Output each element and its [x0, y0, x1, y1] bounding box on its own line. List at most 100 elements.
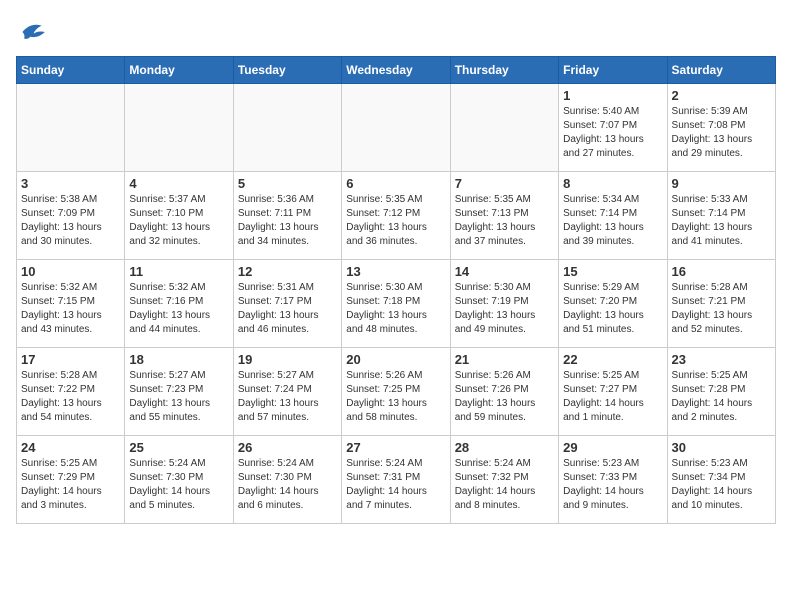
day-number: 15	[563, 264, 662, 279]
day-number: 12	[238, 264, 337, 279]
day-number: 19	[238, 352, 337, 367]
day-info: Sunrise: 5:32 AM Sunset: 7:15 PM Dayligh…	[21, 281, 120, 337]
day-info: Sunrise: 5:40 AM Sunset: 7:07 PM Dayligh…	[563, 105, 662, 161]
calendar-cell: 1 Sunrise: 5:40 AM Sunset: 7:07 PM Daylig…	[559, 84, 667, 172]
calendar-cell: 10 Sunrise: 5:32 AM Sunset: 7:15 PM Dayli…	[17, 260, 125, 348]
day-number: 8	[563, 176, 662, 191]
calendar-cell: 6 Sunrise: 5:35 AM Sunset: 7:12 PM Daylig…	[342, 172, 450, 260]
day-number: 7	[455, 176, 554, 191]
calendar-cell: 19 Sunrise: 5:27 AM Sunset: 7:24 PM Dayli…	[233, 348, 341, 436]
day-info: Sunrise: 5:27 AM Sunset: 7:23 PM Dayligh…	[129, 369, 228, 425]
day-info: Sunrise: 5:23 AM Sunset: 7:34 PM Dayligh…	[672, 457, 771, 513]
calendar-cell: 21 Sunrise: 5:26 AM Sunset: 7:26 PM Dayli…	[450, 348, 558, 436]
day-info: Sunrise: 5:33 AM Sunset: 7:14 PM Dayligh…	[672, 193, 771, 249]
day-number: 29	[563, 440, 662, 455]
calendar-cell: 28Sunrise: 5:24 AM Sunset: 7:32 PM Dayli…	[450, 436, 558, 524]
day-info: Sunrise: 5:26 AM Sunset: 7:25 PM Dayligh…	[346, 369, 445, 425]
day-number: 18	[129, 352, 228, 367]
calendar-cell: 17 Sunrise: 5:28 AM Sunset: 7:22 PM Dayli…	[17, 348, 125, 436]
day-info: Sunrise: 5:34 AM Sunset: 7:14 PM Dayligh…	[563, 193, 662, 249]
calendar-cell: 29 Sunrise: 5:23 AM Sunset: 7:33 PM Dayli…	[559, 436, 667, 524]
day-number: 22	[563, 352, 662, 367]
calendar-cell: 3 Sunrise: 5:38 AM Sunset: 7:09 PM Daylig…	[17, 172, 125, 260]
calendar-cell: 15 Sunrise: 5:29 AM Sunset: 7:20 PM Dayli…	[559, 260, 667, 348]
day-info: Sunrise: 5:29 AM Sunset: 7:20 PM Dayligh…	[563, 281, 662, 337]
day-info: Sunrise: 5:36 AM Sunset: 7:11 PM Dayligh…	[238, 193, 337, 249]
day-info: Sunrise: 5:35 AM Sunset: 7:13 PM Dayligh…	[455, 193, 554, 249]
day-number: 23	[672, 352, 771, 367]
calendar-cell: 5 Sunrise: 5:36 AM Sunset: 7:11 PM Daylig…	[233, 172, 341, 260]
day-number: 10	[21, 264, 120, 279]
calendar-cell: 23 Sunrise: 5:25 AM Sunset: 7:28 PM Dayli…	[667, 348, 775, 436]
day-number: 6	[346, 176, 445, 191]
calendar-cell: 14Sunrise: 5:30 AM Sunset: 7:19 PM Dayli…	[450, 260, 558, 348]
day-info: Sunrise: 5:25 AM Sunset: 7:29 PM Dayligh…	[21, 457, 120, 513]
day-number: 30	[672, 440, 771, 455]
day-number: 4	[129, 176, 228, 191]
day-info: Sunrise: 5:24 AM Sunset: 7:30 PM Dayligh…	[129, 457, 228, 513]
calendar-table: SundayMondayTuesdayWednesdayThursdayFrid…	[16, 56, 776, 524]
day-info: Sunrise: 5:23 AM Sunset: 7:33 PM Dayligh…	[563, 457, 662, 513]
day-info: Sunrise: 5:28 AM Sunset: 7:22 PM Dayligh…	[21, 369, 120, 425]
day-info: Sunrise: 5:39 AM Sunset: 7:08 PM Dayligh…	[672, 105, 771, 161]
calendar-cell: 22 Sunrise: 5:25 AM Sunset: 7:27 PM Dayli…	[559, 348, 667, 436]
calendar-cell	[342, 84, 450, 172]
day-header-tuesday: Tuesday	[233, 57, 341, 84]
logo-icon	[16, 16, 48, 48]
day-header-wednesday: Wednesday	[342, 57, 450, 84]
day-info: Sunrise: 5:24 AM Sunset: 7:32 PM Dayligh…	[455, 457, 554, 513]
day-number: 11	[129, 264, 228, 279]
day-number: 13	[346, 264, 445, 279]
day-number: 21	[455, 352, 554, 367]
day-info: Sunrise: 5:25 AM Sunset: 7:28 PM Dayligh…	[672, 369, 771, 425]
day-info: Sunrise: 5:27 AM Sunset: 7:24 PM Dayligh…	[238, 369, 337, 425]
day-number: 1	[563, 88, 662, 103]
day-info: Sunrise: 5:30 AM Sunset: 7:18 PM Dayligh…	[346, 281, 445, 337]
calendar-cell: 9 Sunrise: 5:33 AM Sunset: 7:14 PM Daylig…	[667, 172, 775, 260]
day-info: Sunrise: 5:25 AM Sunset: 7:27 PM Dayligh…	[563, 369, 662, 425]
calendar-cell: 18 Sunrise: 5:27 AM Sunset: 7:23 PM Dayli…	[125, 348, 233, 436]
calendar-cell: 4 Sunrise: 5:37 AM Sunset: 7:10 PM Daylig…	[125, 172, 233, 260]
calendar-cell: 8 Sunrise: 5:34 AM Sunset: 7:14 PM Daylig…	[559, 172, 667, 260]
calendar-cell	[450, 84, 558, 172]
day-number: 5	[238, 176, 337, 191]
calendar-cell: 26Sunrise: 5:24 AM Sunset: 7:30 PM Dayli…	[233, 436, 341, 524]
day-info: Sunrise: 5:38 AM Sunset: 7:09 PM Dayligh…	[21, 193, 120, 249]
calendar-cell: 13 Sunrise: 5:30 AM Sunset: 7:18 PM Dayli…	[342, 260, 450, 348]
day-number: 16	[672, 264, 771, 279]
day-header-friday: Friday	[559, 57, 667, 84]
day-info: Sunrise: 5:24 AM Sunset: 7:31 PM Dayligh…	[346, 457, 445, 513]
day-number: 20	[346, 352, 445, 367]
calendar-cell: 7 Sunrise: 5:35 AM Sunset: 7:13 PM Daylig…	[450, 172, 558, 260]
logo	[16, 16, 52, 48]
day-info: Sunrise: 5:26 AM Sunset: 7:26 PM Dayligh…	[455, 369, 554, 425]
day-number: 25	[129, 440, 228, 455]
page-header	[16, 16, 776, 48]
calendar-cell	[233, 84, 341, 172]
calendar-cell: 30 Sunrise: 5:23 AM Sunset: 7:34 PM Dayli…	[667, 436, 775, 524]
day-header-monday: Monday	[125, 57, 233, 84]
day-info: Sunrise: 5:35 AM Sunset: 7:12 PM Dayligh…	[346, 193, 445, 249]
day-header-thursday: Thursday	[450, 57, 558, 84]
day-number: 3	[21, 176, 120, 191]
calendar-cell: 12 Sunrise: 5:31 AM Sunset: 7:17 PM Dayli…	[233, 260, 341, 348]
calendar-cell: 20 Sunrise: 5:26 AM Sunset: 7:25 PM Dayli…	[342, 348, 450, 436]
day-number: 27	[346, 440, 445, 455]
day-info: Sunrise: 5:24 AM Sunset: 7:30 PM Dayligh…	[238, 457, 337, 513]
calendar-cell: 11Sunrise: 5:32 AM Sunset: 7:16 PM Dayli…	[125, 260, 233, 348]
day-header-saturday: Saturday	[667, 57, 775, 84]
day-info: Sunrise: 5:28 AM Sunset: 7:21 PM Dayligh…	[672, 281, 771, 337]
day-number: 9	[672, 176, 771, 191]
day-info: Sunrise: 5:37 AM Sunset: 7:10 PM Dayligh…	[129, 193, 228, 249]
day-info: Sunrise: 5:31 AM Sunset: 7:17 PM Dayligh…	[238, 281, 337, 337]
day-number: 2	[672, 88, 771, 103]
day-number: 17	[21, 352, 120, 367]
day-number: 14	[455, 264, 554, 279]
calendar-cell: 25 Sunrise: 5:24 AM Sunset: 7:30 PM Dayli…	[125, 436, 233, 524]
calendar-cell: 16 Sunrise: 5:28 AM Sunset: 7:21 PM Dayli…	[667, 260, 775, 348]
day-number: 24	[21, 440, 120, 455]
calendar-cell: 27 Sunrise: 5:24 AM Sunset: 7:31 PM Dayli…	[342, 436, 450, 524]
calendar-cell: 2 Sunrise: 5:39 AM Sunset: 7:08 PM Daylig…	[667, 84, 775, 172]
calendar-cell: 24 Sunrise: 5:25 AM Sunset: 7:29 PM Dayli…	[17, 436, 125, 524]
calendar-cell	[125, 84, 233, 172]
